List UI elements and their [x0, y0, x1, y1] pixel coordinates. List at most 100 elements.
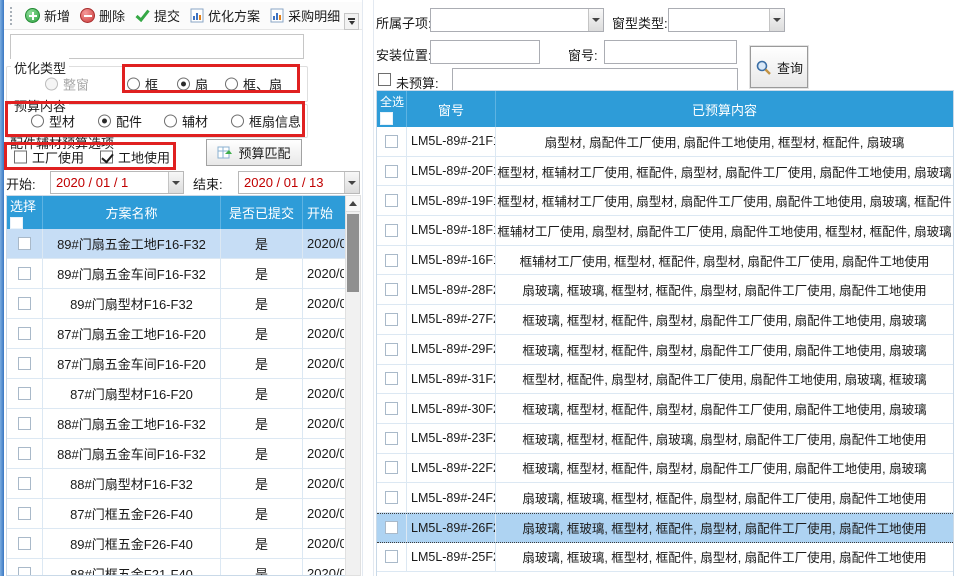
row-checkbox[interactable] — [18, 267, 31, 280]
plan-row[interactable]: 89#门扇型材F16-F32 是 2020/0 — [7, 289, 346, 319]
row-checkbox[interactable] — [18, 507, 31, 520]
plan-row[interactable]: 88#门框五金F21-F40 是 2020/0 — [7, 559, 346, 576]
chevron-down-icon[interactable] — [769, 9, 784, 31]
plan-row[interactable]: 89#门扇五金工地F16-F32 是 2020/0 — [7, 229, 346, 259]
window-row[interactable]: LM5L-89#-22F20 框玻璃, 框型材, 框配件, 扇型材, 扇配件工厂… — [377, 454, 953, 484]
radio-sash[interactable]: 扇 — [177, 75, 208, 94]
sub-item-select[interactable] — [430, 8, 604, 32]
window-row[interactable]: LM5L-89#-19F17 框型材, 框辅材工厂使用, 扇型材, 扇配件工厂使… — [377, 186, 953, 216]
row-checkbox[interactable] — [18, 387, 31, 400]
window-row[interactable]: LM5L-89#-21F19 扇型材, 扇配件工厂使用, 扇配件工地使用, 框型… — [377, 127, 953, 157]
row-checkbox[interactable] — [18, 237, 31, 250]
row-checkbox[interactable] — [385, 135, 398, 148]
row-checkbox[interactable] — [385, 224, 398, 237]
radio-profile[interactable]: 型材 — [31, 112, 75, 131]
window-row[interactable]: LM5L-89#-30F28 框玻璃, 框型材, 框配件, 扇型材, 扇配件工厂… — [377, 394, 953, 424]
window-row[interactable]: LM5L-89#-16F15 框辅材工厂使用, 框型材, 框配件, 扇型材, 扇… — [377, 246, 953, 276]
row-checkbox[interactable] — [385, 313, 398, 326]
chevron-down-icon[interactable] — [588, 9, 603, 31]
plan-row[interactable]: 87#门扇五金车间F16-F20 是 2020/0 — [7, 349, 346, 379]
radio-frame[interactable]: 框 — [127, 75, 158, 94]
row-checkbox[interactable] — [385, 343, 398, 356]
plan-row[interactable]: 87#门扇型材F16-F20 是 2020/0 — [7, 379, 346, 409]
start-column-header[interactable]: 开始 — [303, 196, 344, 229]
delete-button[interactable]: 删除 — [75, 4, 130, 27]
row-checkbox[interactable] — [385, 283, 398, 296]
row-checkbox[interactable] — [385, 461, 398, 474]
plan-row[interactable]: 87#门扇五金工地F16-F20 是 2020/0 — [7, 319, 346, 349]
radio-frame-sash-info[interactable]: 框扇信息 — [231, 112, 301, 131]
end-date-picker[interactable]: 2020 / 01 / 13 — [238, 171, 360, 194]
row-checkbox[interactable] — [18, 417, 31, 430]
radio-frame-sash[interactable]: 框、扇 — [225, 75, 282, 94]
row-checkbox[interactable] — [385, 432, 398, 445]
row-checkbox[interactable] — [385, 254, 398, 267]
window-row[interactable]: LM5L-89#-25F23 扇玻璃, 框玻璃, 框型材, 框配件, 扇型材, … — [377, 543, 953, 573]
plan-row[interactable]: 88#门扇五金工地F16-F32 是 2020/0 — [7, 409, 346, 439]
vertical-scrollbar[interactable] — [345, 195, 361, 576]
query-button[interactable]: 查询 — [750, 46, 808, 88]
install-pos-input[interactable] — [430, 40, 540, 64]
window-row[interactable]: LM5L-89#-29F27 框玻璃, 框型材, 框配件, 扇型材, 扇配件工厂… — [377, 335, 953, 365]
optimize-plan-button[interactable]: 优化方案 — [185, 4, 265, 27]
row-checkbox[interactable] — [18, 477, 31, 490]
row-checkbox[interactable] — [385, 194, 398, 207]
scrollbar-thumb[interactable] — [347, 214, 359, 292]
budget-match-button[interactable]: 预算匹配 — [206, 139, 302, 166]
row-checkbox[interactable] — [385, 372, 398, 385]
plan-row[interactable]: 88#门扇型材F16-F32 是 2020/0 — [7, 469, 346, 499]
start-date-picker[interactable]: 2020 / 01 / 1 — [50, 171, 184, 194]
row-checkbox[interactable] — [385, 165, 398, 178]
chevron-down-icon[interactable] — [168, 172, 183, 193]
add-button[interactable]: 新增 — [20, 4, 75, 27]
row-checkbox[interactable] — [385, 521, 398, 534]
select-all-checkbox[interactable] — [380, 112, 393, 125]
plan-row[interactable]: 88#门扇五金车间F16-F32 是 2020/0 — [7, 439, 346, 469]
plan-row[interactable]: 89#门扇五金车间F16-F32 是 2020/0 — [7, 259, 346, 289]
submitted-column-header[interactable]: 是否已提交 — [221, 196, 303, 229]
window-row[interactable]: LM5L-89#-26F24 扇玻璃, 框玻璃, 框型材, 框配件, 扇型材, … — [377, 513, 953, 543]
window-row[interactable]: LM5L-89#-20F18 框型材, 框辅材工厂使用, 框配件, 扇型材, 扇… — [377, 157, 953, 187]
row-checkbox[interactable] — [385, 550, 398, 563]
unbudgeted-input[interactable] — [452, 68, 738, 92]
plan-filter-input[interactable] — [10, 34, 304, 59]
window-row[interactable]: LM5L-89#-31F29 框型材, 框配件, 扇型材, 扇配件工厂使用, 扇… — [377, 365, 953, 395]
radio-aux-material[interactable]: 辅材 — [164, 112, 208, 131]
window-row[interactable]: LM5L-89#-28F26 扇玻璃, 框玻璃, 框型材, 框配件, 扇型材, … — [377, 275, 953, 305]
unbudgeted-checkbox[interactable] — [378, 73, 391, 86]
toolbar-grip[interactable] — [10, 7, 14, 25]
budgeted-content-column-header[interactable]: 已预算内容 — [496, 91, 953, 127]
plan-start-date: 2020/0 — [303, 319, 344, 348]
plan-row[interactable]: 87#门框五金F26-F40 是 2020/0 — [7, 499, 346, 529]
window-type-select[interactable] — [668, 8, 785, 32]
submit-button[interactable]: 提交 — [130, 4, 185, 27]
plan-submitted: 是 — [221, 259, 303, 288]
row-checkbox[interactable] — [18, 357, 31, 370]
row-checkbox[interactable] — [18, 447, 31, 460]
plan-row[interactable]: 89#门框五金F26-F40 是 2020/0 — [7, 529, 346, 559]
row-checkbox[interactable] — [18, 327, 31, 340]
row-checkbox[interactable] — [18, 567, 31, 576]
row-checkbox[interactable] — [385, 402, 398, 415]
checkbox-site-use[interactable]: 工地使用 — [100, 148, 170, 167]
row-checkbox[interactable] — [18, 297, 31, 310]
window-no-column-header[interactable]: 窗号 — [407, 91, 496, 127]
window-row[interactable]: LM5L-89#-18F16 框辅材工厂使用, 扇型材, 扇配件工厂使用, 扇配… — [377, 216, 953, 246]
radio-whole-window[interactable]: 整窗 — [45, 75, 89, 94]
window-no-input[interactable] — [604, 40, 737, 64]
window-no: LM5L-89#-27F25 — [407, 305, 496, 334]
radio-accessory[interactable]: 配件 — [98, 112, 142, 131]
panel-splitter[interactable] — [362, 0, 374, 576]
scroll-up-arrow[interactable] — [346, 196, 360, 212]
window-row[interactable]: LM5L-89#-23F21 框玻璃, 框型材, 框配件, 扇玻璃, 扇型材, … — [377, 424, 953, 454]
window-row[interactable]: LM5L-89#-27F25 框玻璃, 框型材, 框配件, 扇型材, 扇配件工厂… — [377, 305, 953, 335]
select-all-checkbox[interactable] — [10, 217, 23, 229]
toolbar-overflow-button[interactable] — [344, 13, 359, 30]
row-checkbox[interactable] — [18, 537, 31, 550]
checkbox-factory-use[interactable]: 工厂使用 — [14, 148, 84, 167]
radio-icon — [45, 78, 58, 91]
row-checkbox[interactable] — [385, 491, 398, 504]
chevron-down-icon[interactable] — [344, 172, 359, 193]
window-row[interactable]: LM5L-89#-24F22 扇玻璃, 框玻璃, 框型材, 框配件, 扇型材, … — [377, 483, 953, 513]
name-column-header[interactable]: 方案名称 — [43, 196, 221, 229]
